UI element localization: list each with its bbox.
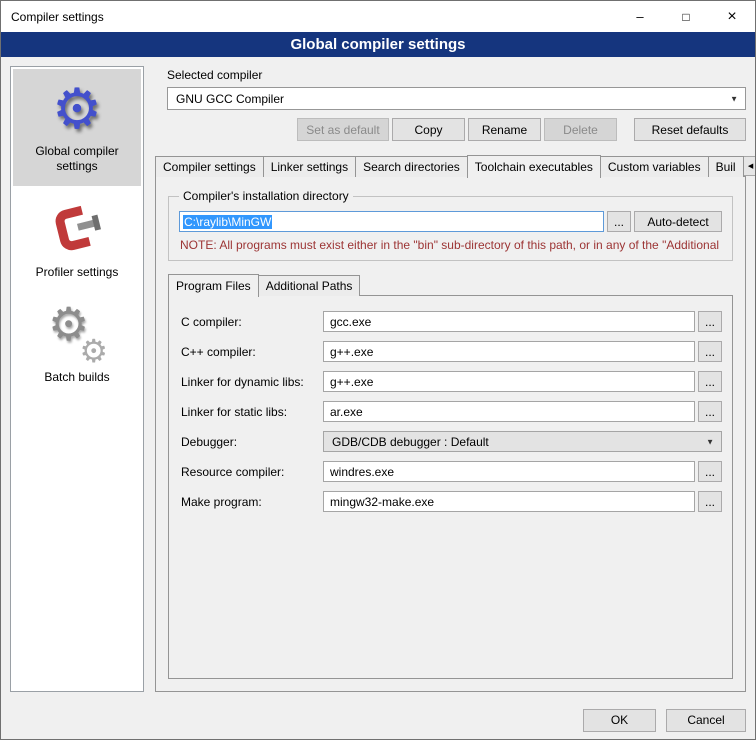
field-label: Debugger:: [181, 435, 323, 449]
install-dir-row: C:\raylib\MinGW ... Auto-detect: [179, 211, 722, 232]
reset-defaults-button[interactable]: Reset defaults: [634, 118, 746, 141]
sidebar-item-label: Batch builds: [44, 370, 109, 385]
scroll-left-icon[interactable]: ◀: [743, 156, 756, 176]
resource-compiler-input[interactable]: [323, 461, 695, 482]
program-files-tabstrip: Program Files Additional Paths: [168, 274, 737, 296]
selected-compiler-value: GNU GCC Compiler: [176, 92, 284, 106]
toolchain-executables-panel: Compiler's installation directory C:\ray…: [155, 176, 746, 692]
field-row-debugger: Debugger: GDB/CDB debugger : Default ▼: [181, 431, 722, 452]
sidebar-item-global-compiler-settings[interactable]: ⚙ Global compiler settings: [13, 69, 141, 186]
field-row-dynamic-linker: Linker for dynamic libs: ...: [181, 371, 722, 392]
sidebar-item-label: Global compiler settings: [15, 144, 139, 174]
compiler-buttons-row: Set as default Copy Rename Delete Reset …: [155, 118, 746, 141]
ok-button[interactable]: OK: [583, 709, 656, 732]
close-button[interactable]: ×: [709, 1, 755, 32]
window-title: Compiler settings: [11, 10, 104, 24]
browse-button[interactable]: ...: [698, 341, 722, 362]
blue-gear-icon: ⚙: [52, 81, 102, 137]
copy-button[interactable]: Copy: [392, 118, 465, 141]
install-dir-group-title: Compiler's installation directory: [179, 189, 353, 203]
field-row-make-program: Make program: ...: [181, 491, 722, 512]
tab-build-options-clipped[interactable]: Buil: [708, 156, 744, 177]
browse-button[interactable]: ...: [698, 311, 722, 332]
field-row-static-linker: Linker for static libs: ...: [181, 401, 722, 422]
titlebar[interactable]: Compiler settings – □ ×: [1, 1, 755, 32]
rename-button[interactable]: Rename: [468, 118, 541, 141]
gray-gears-icon: ⚙ ⚙: [48, 307, 106, 363]
set-as-default-button[interactable]: Set as default: [297, 118, 389, 141]
browse-button[interactable]: ...: [698, 371, 722, 392]
tab-toolchain-executables[interactable]: Toolchain executables: [467, 155, 601, 178]
note-text: NOTE: All programs must exist either in …: [180, 238, 722, 252]
tab-scroll-arrows: ◀ ▶: [743, 156, 756, 176]
compiler-settings-dialog: Compiler settings – □ × Global compiler …: [0, 0, 756, 740]
make-program-input[interactable]: [323, 491, 695, 512]
program-files-panel: C compiler: ... C++ compiler: ... Linker…: [168, 295, 733, 679]
maximize-button[interactable]: □: [663, 1, 709, 32]
static-libs-linker-input[interactable]: [323, 401, 695, 422]
sidebar-item-label: Profiler settings: [36, 265, 119, 280]
dialog-footer: OK Cancel: [1, 701, 755, 739]
field-label: C compiler:: [181, 315, 323, 329]
cpp-compiler-input[interactable]: [323, 341, 695, 362]
tab-compiler-settings[interactable]: Compiler settings: [155, 156, 264, 177]
delete-button[interactable]: Delete: [544, 118, 617, 141]
tab-custom-variables[interactable]: Custom variables: [600, 156, 709, 177]
dynamic-libs-linker-input[interactable]: [323, 371, 695, 392]
chevron-down-icon: ▼: [706, 437, 714, 446]
main-tabstrip: Compiler settings Linker settings Search…: [155, 155, 746, 177]
tab-additional-paths[interactable]: Additional Paths: [258, 275, 361, 296]
install-dir-browse-button[interactable]: ...: [607, 211, 631, 232]
install-dir-group: Compiler's installation directory C:\ray…: [168, 189, 733, 261]
install-dir-input[interactable]: C:\raylib\MinGW: [179, 211, 604, 232]
tab-program-files[interactable]: Program Files: [168, 274, 259, 297]
profiler-clamp-icon: [50, 201, 104, 258]
browse-button[interactable]: ...: [698, 401, 722, 422]
tab-search-directories[interactable]: Search directories: [355, 156, 468, 177]
browse-button[interactable]: ...: [698, 461, 722, 482]
browse-button[interactable]: ...: [698, 491, 722, 512]
debugger-value: GDB/CDB debugger : Default: [332, 435, 489, 449]
install-dir-value: C:\raylib\MinGW: [183, 215, 272, 229]
debugger-select[interactable]: GDB/CDB debugger : Default ▼: [323, 431, 722, 452]
field-label: Linker for dynamic libs:: [181, 375, 323, 389]
selected-compiler-label: Selected compiler: [167, 68, 746, 82]
field-row-c-compiler: C compiler: ...: [181, 311, 722, 332]
selected-compiler-select[interactable]: GNU GCC Compiler ▼: [167, 87, 746, 110]
sidebar-item-profiler-settings[interactable]: Profiler settings: [13, 189, 141, 292]
window-controls: – □ ×: [617, 1, 755, 32]
field-row-resource-compiler: Resource compiler: ...: [181, 461, 722, 482]
autodetect-button[interactable]: Auto-detect: [634, 211, 722, 232]
chevron-down-icon: ▼: [730, 94, 738, 103]
field-label: Resource compiler:: [181, 465, 323, 479]
settings-content: Selected compiler GNU GCC Compiler ▼ Set…: [155, 66, 746, 692]
field-row-cpp-compiler: C++ compiler: ...: [181, 341, 722, 362]
field-label: Linker for static libs:: [181, 405, 323, 419]
cancel-button[interactable]: Cancel: [666, 709, 746, 732]
dialog-body: ⚙ Global compiler settings Profiler sett…: [1, 57, 755, 701]
field-label: Make program:: [181, 495, 323, 509]
page-title: Global compiler settings: [1, 32, 755, 57]
minimize-button[interactable]: –: [617, 1, 663, 32]
field-label: C++ compiler:: [181, 345, 323, 359]
settings-category-list: ⚙ Global compiler settings Profiler sett…: [10, 66, 144, 692]
c-compiler-input[interactable]: [323, 311, 695, 332]
tab-linker-settings[interactable]: Linker settings: [263, 156, 356, 177]
sidebar-item-batch-builds[interactable]: ⚙ ⚙ Batch builds: [13, 295, 141, 397]
